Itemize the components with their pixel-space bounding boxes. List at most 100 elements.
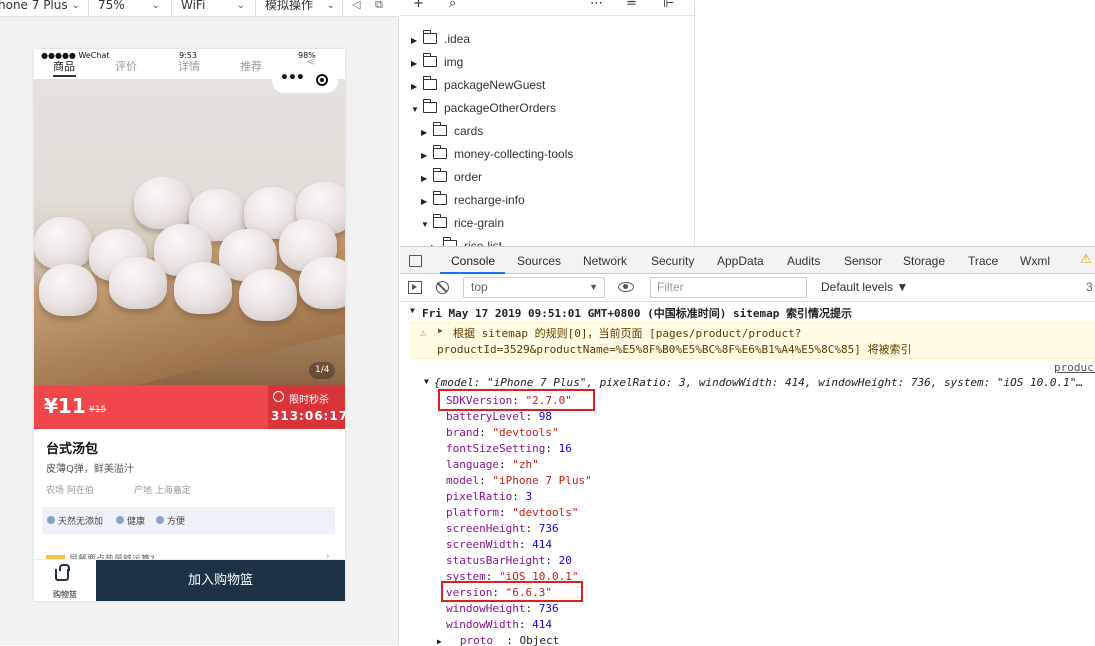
network-select[interactable]: WiFi ⌄ xyxy=(181,0,245,16)
tab-trace[interactable]: Trace xyxy=(968,254,998,268)
tab-recommend[interactable]: 推荐 xyxy=(240,58,262,74)
network-label: WiFi xyxy=(181,0,206,12)
tree-node[interactable]: ▶ img xyxy=(411,51,463,73)
expand-triangle-icon[interactable]: ▼ xyxy=(424,377,429,386)
chevron-right-icon[interactable]: ▶ xyxy=(421,191,433,213)
chevron-down-icon[interactable]: ▼ xyxy=(411,99,423,121)
tree-node[interactable]: ▶ cards xyxy=(421,120,483,142)
tree-node[interactable]: ▶ money-collecting-tools xyxy=(421,143,573,165)
clock-icon xyxy=(273,391,284,402)
window-icon[interactable]: ⧉ xyxy=(375,0,383,12)
warning-message: ⚠ ▶ 根据 sitemap 的规则[0]，当前页面 [pages/produc… xyxy=(410,322,1095,359)
object-property: brand: "devtools" xyxy=(446,426,559,439)
tab-reviews[interactable]: 评价 xyxy=(115,58,137,74)
search-icon[interactable]: ⌕ xyxy=(449,0,456,11)
dumpling xyxy=(299,257,345,309)
tab-audits[interactable]: Audits xyxy=(787,254,820,268)
folder-icon xyxy=(422,99,437,113)
collapse-triangle-icon[interactable]: ▼ xyxy=(410,306,415,315)
tab-appdata[interactable]: AppData xyxy=(717,254,764,268)
issue-count: 3 xyxy=(1086,280,1093,294)
tab-storage[interactable]: Storage xyxy=(903,254,945,268)
toolbar-divider xyxy=(255,0,256,17)
colon-separator: : xyxy=(518,538,533,551)
live-expression-icon[interactable] xyxy=(618,282,634,292)
property-key: model xyxy=(446,474,480,487)
log-levels-select[interactable]: Default levels ▼ xyxy=(821,280,908,294)
tab-sources[interactable]: Sources xyxy=(517,254,561,268)
object-summary[interactable]: {model: "iPhone 7 Plus", pixelRatio: 3, … xyxy=(434,376,1089,389)
cart-button[interactable]: 购物篮 xyxy=(34,560,96,601)
folder-icon xyxy=(432,214,447,228)
feature-item: 天然无添加 xyxy=(58,517,104,527)
operation-label: 模拟操作 xyxy=(265,0,314,12)
inspect-icon[interactable] xyxy=(409,255,422,267)
speaker-icon[interactable]: ◁ xyxy=(352,0,360,11)
source-link[interactable]: product xyxy=(1054,361,1095,374)
close-target-icon[interactable] xyxy=(316,74,328,86)
colon-separator: : xyxy=(525,602,539,615)
clear-console-icon[interactable] xyxy=(436,281,449,294)
property-value: "zh" xyxy=(512,458,539,471)
show-sidebar-icon[interactable] xyxy=(408,281,422,294)
chevron-right-icon[interactable]: ▶ xyxy=(421,145,433,167)
add-to-cart-button[interactable]: 加入购物篮 xyxy=(96,560,345,601)
tab-sensor[interactable]: Sensor xyxy=(844,254,882,268)
tab-wxml[interactable]: Wxml xyxy=(1020,254,1050,268)
object-property: windowHeight: 736 xyxy=(446,602,559,615)
more-icon[interactable]: ⋯ xyxy=(590,0,603,11)
chevron-right-icon[interactable]: ▶ xyxy=(411,30,423,52)
tree-node[interactable]: ▶ recharge-info xyxy=(421,189,525,211)
tab-console[interactable]: Console xyxy=(451,254,495,268)
operation-select[interactable]: 模拟操作 ⌄ xyxy=(265,0,335,16)
tree-node[interactable]: ▼ rice-grain xyxy=(421,212,504,234)
image-counter: 1/4 xyxy=(309,362,336,379)
tree-node[interactable]: ▼ packageOtherOrders xyxy=(411,97,556,119)
tree-node[interactable]: ▶ order xyxy=(421,166,482,188)
basket-icon xyxy=(55,564,70,581)
chevron-right-icon[interactable]: ▶ xyxy=(421,122,433,144)
check-icon xyxy=(156,516,164,524)
warning-icon: ⚠ xyxy=(420,326,427,339)
product-image[interactable]: 1/4 xyxy=(34,79,345,385)
colon-separator: : xyxy=(512,490,526,503)
collapse-icon[interactable]: ≛ xyxy=(626,0,637,11)
expand-triangle-icon[interactable]: ▶ xyxy=(438,326,443,335)
console-group-header[interactable]: Fri May 17 2019 09:51:01 GMT+0800 (中国标准时… xyxy=(422,305,852,321)
tab-network[interactable]: Network xyxy=(583,254,627,268)
tab-details[interactable]: 详情 xyxy=(178,58,200,74)
dumpling xyxy=(34,217,92,269)
property-value: 3 xyxy=(525,490,533,503)
folder-icon xyxy=(432,145,447,159)
object-property: language: "zh" xyxy=(446,458,539,471)
property-value: "devtools" xyxy=(492,426,559,439)
tab-security[interactable]: Security xyxy=(651,254,694,268)
tree-node[interactable]: ▶ packageNewGuest xyxy=(411,74,545,96)
tree-node[interactable]: ▶ .idea xyxy=(411,28,470,50)
chevron-right-icon[interactable]: ▶ xyxy=(421,168,433,190)
warning-icon[interactable]: ⚠ xyxy=(1080,251,1092,267)
chevron-down-icon[interactable]: ▼ xyxy=(421,214,433,236)
object-property: screenWidth: 414 xyxy=(446,538,552,551)
chevron-right-icon[interactable]: ▶ xyxy=(411,53,423,75)
folder-icon xyxy=(432,122,447,136)
object-property: screenHeight: 736 xyxy=(446,522,559,535)
filter-input[interactable]: Filter xyxy=(650,277,807,298)
device-select[interactable]: hone 7 Plus ⌄ xyxy=(0,0,80,16)
colon-separator: : xyxy=(498,506,513,519)
chevron-right-icon[interactable]: ▶ xyxy=(411,76,423,98)
zoom-select[interactable]: 75% ⌄ xyxy=(98,0,160,16)
devtools-panel: Console Sources Network Security AppData… xyxy=(400,246,1095,646)
active-tab-underline xyxy=(53,75,76,77)
layout-icon[interactable]: ⊩ xyxy=(663,0,674,11)
tab-goods[interactable]: 商品 xyxy=(53,58,75,74)
share-icon[interactable]: ⋖ xyxy=(306,55,315,68)
tree-node-label: rice-grain xyxy=(454,216,505,230)
add-icon[interactable]: + xyxy=(413,0,424,11)
colon-separator: : xyxy=(479,426,493,439)
phone-screen: ●●●●● WeChat 9:53 98% 商品 评价 详情 推荐 ⋖ ••• xyxy=(34,49,345,601)
origin-label: 产地 上海嘉定 xyxy=(134,486,191,496)
context-select[interactable]: top ▼ xyxy=(463,277,605,298)
dropdown-arrow-icon: ▼ xyxy=(589,282,598,292)
more-icon[interactable]: ••• xyxy=(280,70,305,86)
